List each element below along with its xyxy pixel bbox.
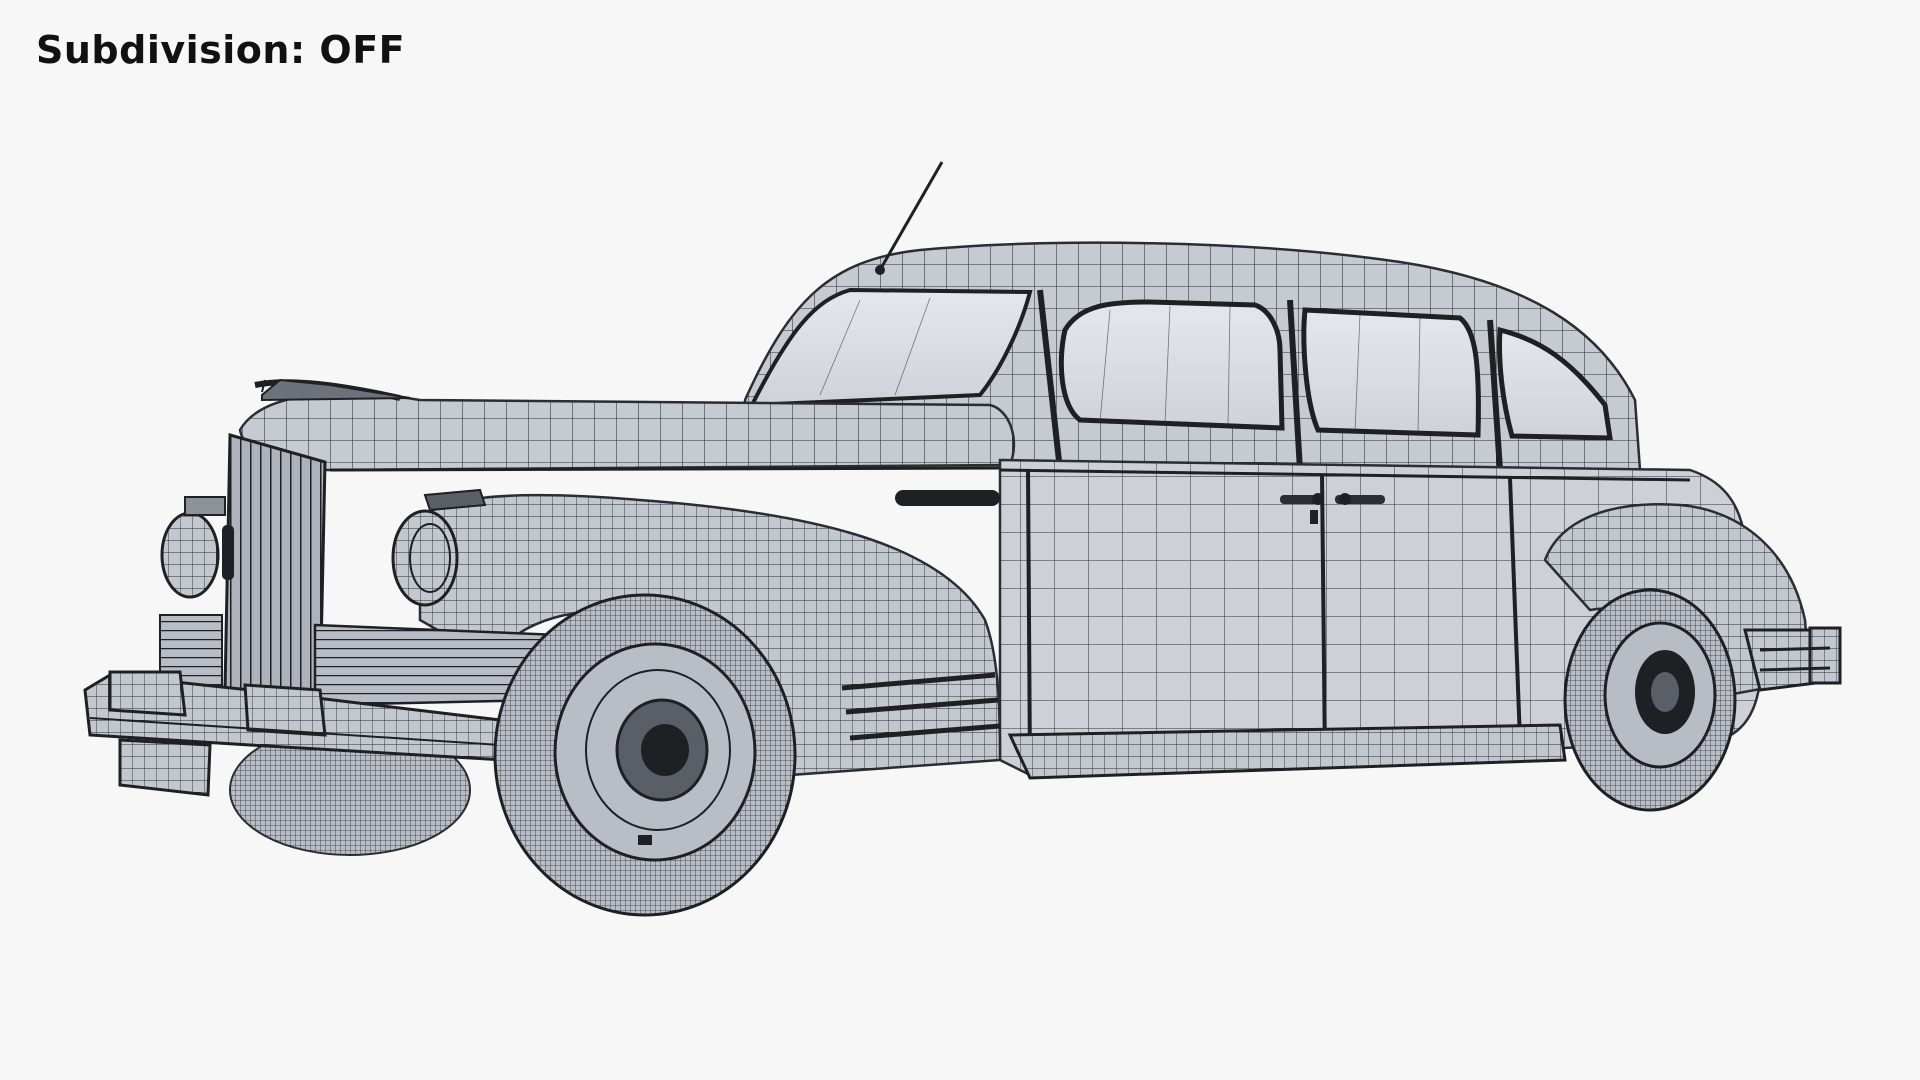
front-wheel	[493, 593, 797, 917]
headlight-left	[160, 496, 234, 599]
front-door-handle	[895, 490, 1000, 506]
rear-wheel	[1563, 588, 1737, 812]
wireframe-car-render	[83, 161, 1842, 917]
headlight-right	[391, 509, 459, 607]
license-plate	[118, 738, 212, 797]
viewport-stage: Subdivision: OFF	[0, 0, 1920, 1080]
